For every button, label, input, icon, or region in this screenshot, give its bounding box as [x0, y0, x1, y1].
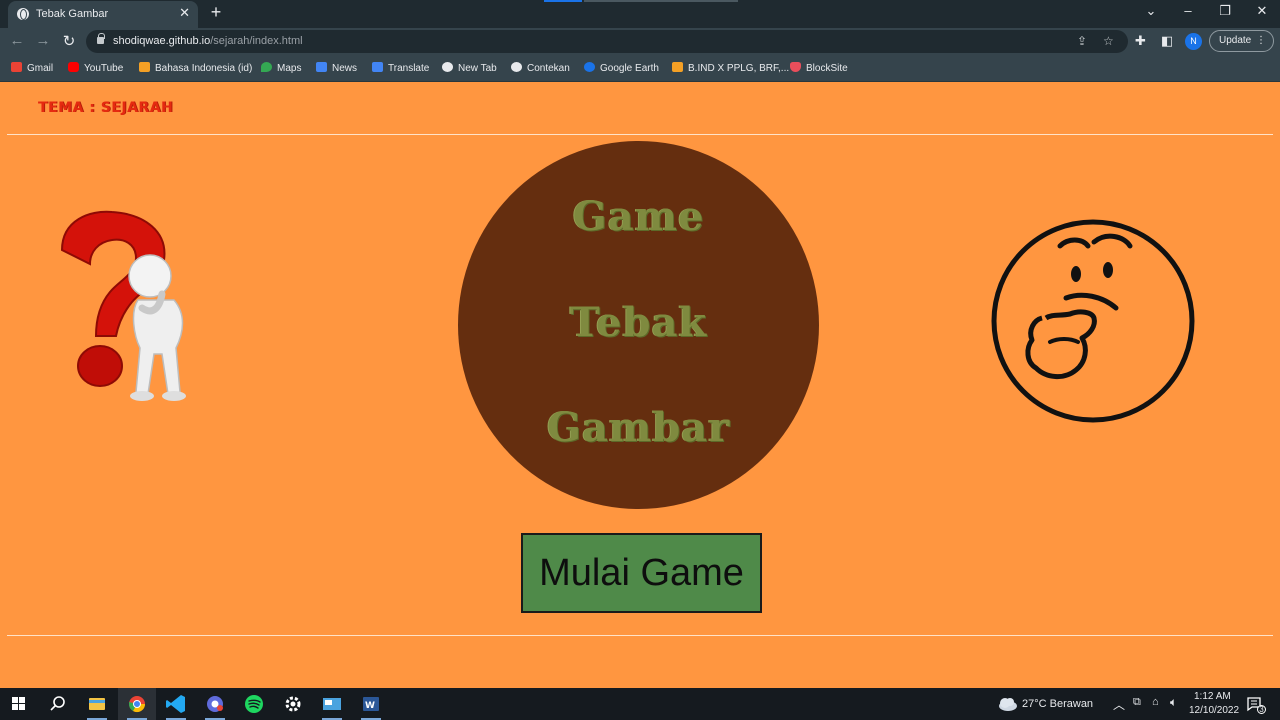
bookmark-label: Gmail	[27, 63, 54, 74]
close-window-icon[interactable]: ✕	[1252, 3, 1272, 19]
bookmark-label: YouTube	[84, 63, 124, 74]
bookmark-gmail[interactable]: Gmail	[11, 62, 53, 75]
file-explorer-icon[interactable]	[78, 688, 116, 720]
svg-text:W: W	[365, 701, 375, 711]
lock-icon	[97, 33, 105, 44]
youtube-icon	[68, 62, 79, 72]
bookmark-label: News	[332, 63, 358, 74]
clock-time[interactable]: 1:12 AM	[1194, 691, 1231, 702]
bookmark-label: Bahasa Indonesia (id)	[155, 63, 253, 74]
shield-icon	[790, 62, 801, 72]
bookmark-label: New Tab	[458, 63, 497, 74]
title-word-tebak: Tebak	[569, 299, 708, 346]
theme-label: TEMA : SEJARAH	[38, 100, 174, 116]
share-icon[interactable]: ⇪	[1077, 34, 1087, 48]
bahasa-icon	[139, 62, 150, 72]
forward-icon[interactable]: →	[34, 32, 52, 49]
search-icon[interactable]	[39, 688, 77, 720]
tab-strip: Tebak Gambar ✕ + ⌄ – ❐ ✕	[0, 0, 1280, 28]
update-button[interactable]: Update ⋮	[1209, 30, 1274, 52]
bookmark-star-icon[interactable]: ☆	[1103, 34, 1114, 48]
spotify-icon[interactable]	[235, 688, 273, 720]
bookmark-label: B.IND X PPLG, BRF,...	[688, 63, 790, 74]
bookmark-label: BlockSite	[806, 63, 848, 74]
bookmark-translate[interactable]: Translate	[372, 62, 429, 75]
bookmark-contekan[interactable]: Contekan	[511, 62, 570, 75]
restore-icon[interactable]: ❐	[1215, 3, 1235, 19]
globe-icon	[17, 8, 29, 20]
vscode-icon[interactable]	[157, 688, 195, 720]
bookmark-label: Translate	[388, 63, 430, 74]
bookmark-bind-pplg[interactable]: B.IND X PPLG, BRF,...	[672, 62, 789, 75]
control-panel-icon[interactable]	[313, 688, 351, 720]
bookmark-google-earth[interactable]: Google Earth	[584, 62, 659, 75]
bookmark-blocksite[interactable]: BlockSite	[790, 62, 848, 75]
chrome-app-icon[interactable]	[196, 688, 234, 720]
cloud-icon	[999, 698, 1017, 711]
bookmark-youtube[interactable]: YouTube	[68, 62, 123, 75]
bookmark-news[interactable]: News	[316, 62, 357, 75]
tab-strip-accent	[544, 0, 582, 2]
chrome-icon[interactable]	[118, 688, 156, 720]
browser-toolbar: ← → ↻ shodiqwae.github.io/sejarah/index.…	[0, 28, 1280, 55]
bottom-divider	[7, 635, 1273, 636]
extensions-icon[interactable]: ✚	[1135, 33, 1146, 49]
question-mark-figure-icon	[60, 210, 186, 401]
bookmark-maps[interactable]: Maps	[261, 62, 301, 75]
news-icon	[316, 62, 327, 72]
top-divider	[7, 134, 1273, 135]
network-icon[interactable]: ⌂	[1152, 696, 1159, 708]
browser-tab[interactable]: Tebak Gambar ✕	[8, 1, 198, 28]
maps-icon	[261, 62, 272, 72]
thinking-face-icon	[991, 219, 1195, 423]
tab-search-icon[interactable]: ⌄	[1141, 3, 1161, 19]
bookmark-bahasa-indonesia[interactable]: Bahasa Indonesia (id)	[139, 62, 252, 75]
github-icon	[511, 62, 522, 72]
address-bar[interactable]: shodiqwae.github.io/sejarah/index.html ⇪…	[86, 30, 1128, 53]
translate-icon	[372, 62, 383, 72]
page-content: TEMA : SEJARAH Game Tebak Gambar Mulai G…	[0, 82, 1280, 688]
start-icon[interactable]	[0, 688, 38, 720]
notification-count: 3	[1257, 705, 1266, 714]
settings-icon[interactable]	[274, 688, 312, 720]
url-text: shodiqwae.github.io/sejarah/index.html	[113, 35, 303, 47]
reload-icon[interactable]: ↻	[60, 32, 78, 50]
weather-text[interactable]: 27°C Berawan	[1022, 698, 1093, 710]
bind-icon	[672, 62, 683, 72]
tab-title: Tebak Gambar	[36, 8, 109, 20]
new-tab-button[interactable]: +	[206, 2, 226, 24]
bookmark-label: Maps	[277, 63, 302, 74]
gmail-icon	[11, 62, 22, 72]
url-path: /sejarah/index.html	[210, 35, 303, 47]
tab-strip-divider	[584, 0, 738, 2]
windows-taskbar: W 27°C Berawan ︿ ⧉ ⌂ 🔈︎ 1:12 AM 12/10/20…	[0, 688, 1280, 720]
minimize-icon[interactable]: –	[1178, 3, 1198, 18]
title-word-game: Game	[572, 193, 705, 240]
globe-icon	[442, 62, 453, 72]
start-game-button[interactable]: Mulai Game	[521, 533, 762, 613]
clock-date[interactable]: 12/10/2022	[1189, 705, 1239, 716]
meet-now-icon[interactable]: ⧉	[1133, 696, 1141, 709]
profile-avatar[interactable]: N	[1185, 33, 1202, 50]
tray-chevron-icon[interactable]: ︿	[1113, 696, 1125, 713]
bookmarks-bar: Gmail YouTube Bahasa Indonesia (id) Maps…	[0, 55, 1280, 82]
update-label: Update	[1219, 35, 1252, 46]
word-icon[interactable]: W	[352, 688, 390, 720]
title-word-gambar: Gambar	[546, 404, 731, 451]
bookmark-new-tab[interactable]: New Tab	[442, 62, 497, 75]
menu-dots-icon: ⋮	[1256, 35, 1266, 46]
back-icon[interactable]: ←	[8, 32, 26, 49]
volume-icon[interactable]: 🔈︎	[1170, 695, 1177, 710]
bookmark-label: Google Earth	[600, 63, 659, 74]
bookmark-label: Contekan	[527, 63, 570, 74]
tab-close-icon[interactable]: ✕	[179, 5, 190, 21]
url-host: shodiqwae.github.io	[113, 35, 211, 47]
side-panel-icon[interactable]: ◧	[1161, 33, 1173, 49]
earth-icon	[584, 62, 595, 72]
title-circle: Game Tebak Gambar	[458, 141, 819, 509]
